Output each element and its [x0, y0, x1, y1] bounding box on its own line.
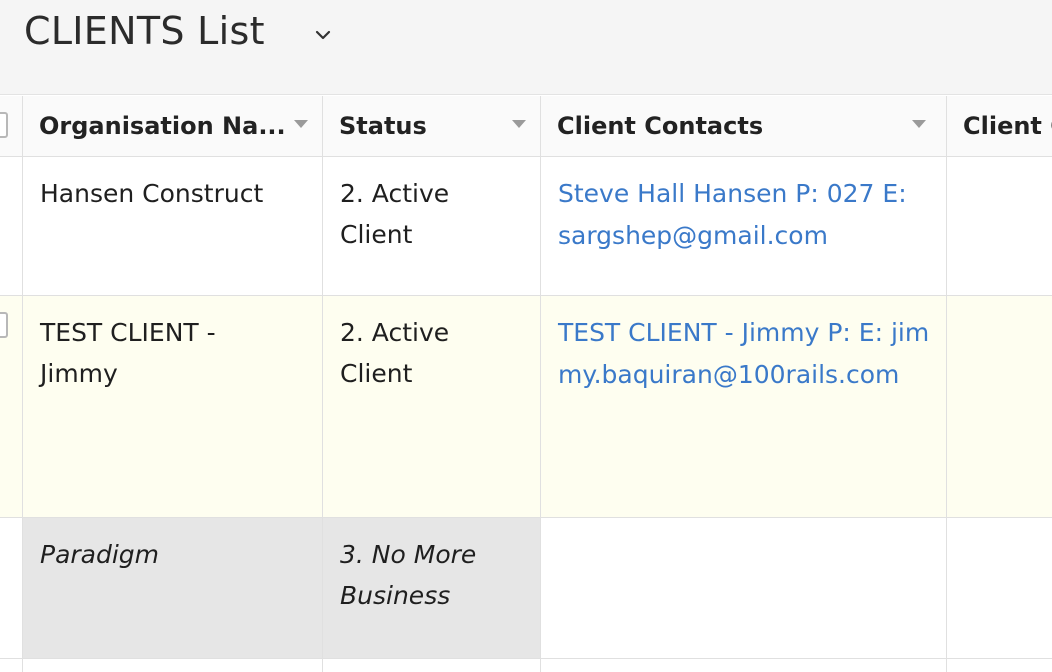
column-header-client-c[interactable]: Client C — [947, 96, 1052, 156]
table-row[interactable]: Hansen Construct 2. Active Client Steve … — [0, 157, 1052, 296]
view-title: CLIENTS List — [24, 9, 265, 53]
client-c-cell[interactable] — [947, 296, 1052, 517]
client-c-cell[interactable] — [947, 157, 1052, 295]
client-c-cell[interactable] — [947, 518, 1052, 658]
clients-grid: Organisation Na... Status Client Contact… — [0, 96, 1052, 672]
client-contacts-cell[interactable] — [541, 659, 947, 672]
organisation-cell[interactable]: Hansen Construct — [23, 157, 323, 295]
status-cell[interactable]: 2. Active Client — [323, 157, 541, 295]
client-contacts-link[interactable]: Steve Hall Hansen P: 027 E: sargshep@gma… — [541, 157, 947, 295]
status-cell[interactable]: 2. Active Client — [323, 296, 541, 517]
column-header-label: Client Contacts — [557, 112, 764, 140]
select-all-checkbox[interactable] — [0, 112, 8, 138]
chevron-down-icon — [315, 30, 331, 40]
row-select-cell — [0, 296, 23, 517]
select-column-header — [0, 96, 23, 156]
organisation-cell[interactable] — [23, 659, 323, 672]
row-select-cell — [0, 659, 23, 672]
organisation-cell[interactable]: TEST CLIENT - Jimmy — [23, 296, 323, 517]
client-c-cell[interactable] — [947, 659, 1052, 672]
column-header-client-contacts[interactable]: Client Contacts — [541, 96, 947, 156]
view-header: CLIENTS List — [0, 0, 1052, 95]
column-header-label: Organisation Na... — [39, 112, 286, 140]
view-switcher-button[interactable] — [310, 22, 336, 48]
row-select-cell — [0, 157, 23, 295]
column-header-label: Client C — [963, 112, 1052, 140]
column-header-row: Organisation Na... Status Client Contact… — [0, 96, 1052, 157]
status-cell[interactable] — [323, 659, 541, 672]
caret-down-icon[interactable] — [294, 120, 308, 128]
client-contacts-link[interactable] — [541, 518, 947, 658]
caret-down-icon[interactable] — [512, 120, 526, 128]
organisation-cell[interactable]: Paradigm — [23, 518, 323, 658]
column-header-status[interactable]: Status — [323, 96, 541, 156]
column-header-label: Status — [339, 112, 427, 140]
row-select-cell — [0, 518, 23, 658]
row-checkbox[interactable] — [0, 312, 8, 338]
column-header-organisation[interactable]: Organisation Na... — [23, 96, 323, 156]
status-cell[interactable]: 3. No More Business — [323, 518, 541, 658]
caret-down-icon[interactable] — [912, 120, 926, 128]
client-contacts-link[interactable]: TEST CLIENT - Jimmy P: E: jimmy.baquiran… — [541, 296, 947, 517]
table-row[interactable] — [0, 659, 1052, 672]
table-row[interactable]: Paradigm 3. No More Business — [0, 518, 1052, 659]
table-row[interactable]: TEST CLIENT - Jimmy 2. Active Client TES… — [0, 296, 1052, 518]
